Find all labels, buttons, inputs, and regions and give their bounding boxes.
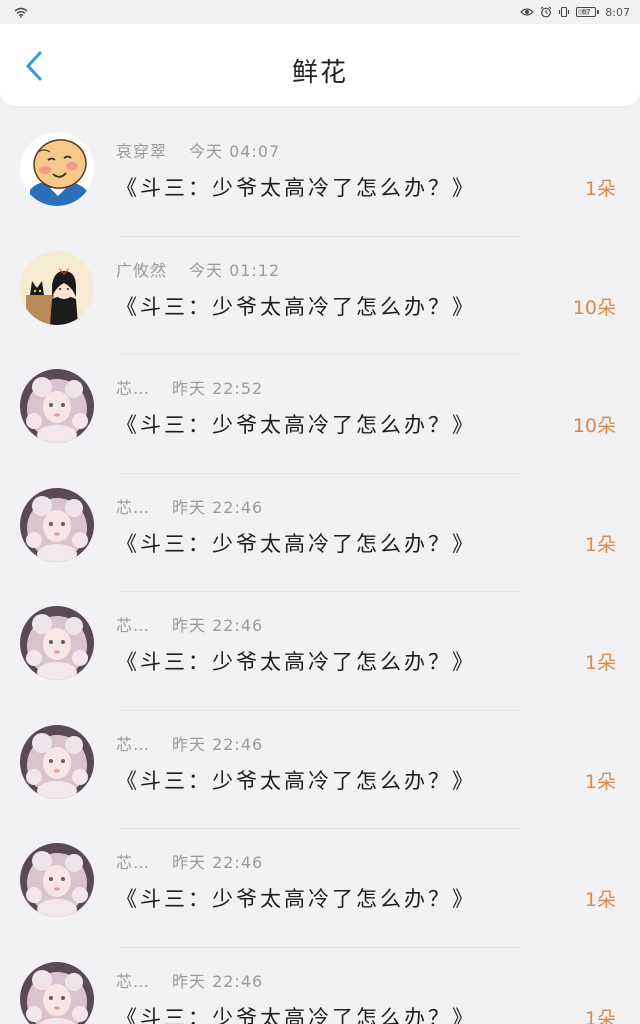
timestamp: 昨天 22:46 — [172, 497, 264, 517]
username: 芯… — [116, 497, 151, 517]
avatar[interactable] — [20, 132, 94, 206]
battery-icon: 67 — [576, 7, 600, 17]
timestamp: 昨天 22:46 — [172, 971, 264, 991]
eye-icon — [520, 7, 535, 17]
username: 广攸然 — [116, 260, 168, 280]
book-title: 《斗三：少爷太高冷了怎么办？》 — [116, 413, 476, 437]
book-title: 《斗三：少爷太高冷了怎么办？》 — [116, 176, 476, 200]
username: 芯… — [116, 853, 151, 872]
status-bar: 67 8:07 — [0, 0, 640, 24]
avatar[interactable] — [20, 843, 94, 917]
list-item[interactable]: 芯… 昨天 22:52 《斗三：少爷太高冷了怎么办？》 10朵 — [0, 355, 640, 474]
avatar[interactable] — [20, 487, 94, 562]
username: 芯… — [116, 971, 151, 991]
username: 芯… — [116, 379, 151, 398]
flower-count: 10朵 — [572, 415, 616, 437]
clock: 8:07 — [605, 5, 630, 19]
vibrate-icon — [558, 6, 570, 18]
username: 哀穿翠 — [116, 142, 168, 161]
avatar[interactable] — [20, 961, 94, 1024]
avatar[interactable] — [20, 250, 94, 325]
timestamp: 昨天 22:46 — [172, 734, 264, 754]
avatar[interactable] — [20, 724, 94, 799]
flower-count: 1朵 — [584, 770, 616, 793]
book-title: 《斗三：少爷太高冷了怎么办？》 — [116, 531, 476, 556]
flower-count: 1朵 — [584, 889, 616, 911]
flower-count: 1朵 — [584, 178, 616, 200]
header-bar: 鲜花 — [0, 24, 640, 106]
list-item[interactable]: 广攸然 今天 01:12 《斗三：少爷太高冷了怎么办？》 10朵 — [0, 237, 640, 355]
avatar[interactable] — [20, 369, 94, 443]
book-title: 《斗三：少爷太高冷了怎么办？》 — [116, 294, 476, 319]
flower-count: 1朵 — [584, 652, 616, 674]
timestamp: 昨天 22:46 — [172, 853, 264, 872]
book-title: 《斗三：少爷太高冷了怎么办？》 — [116, 1005, 476, 1024]
flower-count: 10朵 — [572, 296, 616, 319]
list-item[interactable]: 芯… 昨天 22:46 《斗三：少爷太高冷了怎么办？》 1朵 — [0, 592, 640, 711]
book-title: 《斗三：少爷太高冷了怎么办？》 — [116, 650, 476, 674]
page-title: 鲜花 — [291, 58, 348, 88]
list-item[interactable]: 芯… 昨天 22:46 《斗三：少爷太高冷了怎么办？》 1朵 — [0, 711, 640, 829]
alarm-icon — [540, 6, 552, 18]
flowers-page: 67 8:07 鲜花 哀穿翠 今天 04:07 《斗三：少爷太高冷了怎么办？》 … — [0, 0, 640, 1024]
username: 芯… — [116, 734, 151, 754]
timestamp: 今天 04:07 — [189, 142, 281, 161]
book-title: 《斗三：少爷太高冷了怎么办？》 — [116, 768, 476, 793]
timestamp: 昨天 22:46 — [172, 616, 264, 635]
wifi-icon — [14, 7, 28, 18]
timestamp: 昨天 22:52 — [172, 379, 264, 398]
flower-count: 1朵 — [584, 1007, 616, 1024]
list-item[interactable]: 芯… 昨天 22:46 《斗三：少爷太高冷了怎么办？》 1朵 — [0, 474, 640, 592]
avatar[interactable] — [20, 606, 94, 680]
book-title: 《斗三：少爷太高冷了怎么办？》 — [116, 887, 476, 911]
list-item[interactable]: 芯… 昨天 22:46 《斗三：少爷太高冷了怎么办？》 1朵 — [0, 948, 640, 1024]
battery-level: 67 — [581, 7, 591, 16]
list-item[interactable]: 哀穿翠 今天 04:07 《斗三：少爷太高冷了怎么办？》 1朵 — [0, 118, 640, 237]
flower-gift-list: 哀穿翠 今天 04:07 《斗三：少爷太高冷了怎么办？》 1朵 广攸然 今天 0… — [0, 118, 640, 1024]
list-item[interactable]: 芯… 昨天 22:46 《斗三：少爷太高冷了怎么办？》 1朵 — [0, 829, 640, 948]
flower-count: 1朵 — [584, 533, 616, 556]
timestamp: 今天 01:12 — [189, 260, 281, 280]
username: 芯… — [116, 616, 151, 635]
